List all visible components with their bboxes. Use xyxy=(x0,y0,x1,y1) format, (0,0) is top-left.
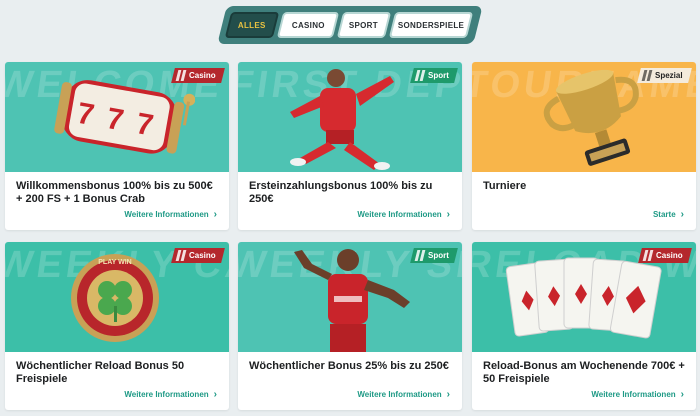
promo-card-first-deposit-sport[interactable]: FIRST DEPOSIT Sport Ersteinzahlungsbonus… xyxy=(238,62,462,230)
category-badge-label: Casino xyxy=(189,71,216,80)
more-info-link[interactable]: Weitere Informationen › xyxy=(124,209,217,220)
promo-card-hero: WEEKLY CASINO PLAY WIN Casino xyxy=(5,242,229,352)
chevron-right-icon: › xyxy=(213,209,217,220)
category-badge: Casino xyxy=(171,68,225,83)
more-info-link[interactable]: Weitere Informationen › xyxy=(357,389,450,400)
chevron-right-icon: › xyxy=(680,389,684,400)
more-info-link-label: Weitere Informationen xyxy=(124,390,209,399)
category-badge-label: Casino xyxy=(189,251,216,260)
chevron-right-icon: › xyxy=(213,389,217,400)
category-badge: Casino xyxy=(171,248,225,263)
promo-card-title: Willkommensbonus 100% bis zu 500€ + 200 … xyxy=(16,180,213,205)
chevron-right-icon: › xyxy=(446,389,450,400)
more-info-link[interactable]: Weitere Informationen › xyxy=(124,389,217,400)
start-link-label: Starte xyxy=(652,210,676,219)
start-link[interactable]: Starte › xyxy=(653,209,684,220)
more-info-link-label: Weitere Informationen xyxy=(357,210,442,219)
tab-sonderspiele-label: SONDERSPIELE xyxy=(397,20,465,30)
tab-alles[interactable]: ALLES xyxy=(224,12,280,38)
more-info-link[interactable]: Weitere Informationen › xyxy=(357,209,450,220)
more-info-link[interactable]: Weitere Informationen › xyxy=(591,389,684,400)
promo-card-hero: RELOAD WEEKEND Casino xyxy=(472,242,696,352)
tab-sport-label: SPORT xyxy=(349,20,379,30)
category-badge-label: Casino xyxy=(656,251,683,260)
promo-card-title: Turniere xyxy=(483,180,527,192)
more-info-link-label: Weitere Informationen xyxy=(357,390,442,399)
athlete-icon xyxy=(294,249,410,352)
category-badge: Sport xyxy=(410,248,458,263)
promo-card-hero: WELCOME CASINO 7 7 7 Casino xyxy=(5,62,229,172)
promo-card-welcome-casino[interactable]: WELCOME CASINO 7 7 7 Casino Willkommensb… xyxy=(5,62,229,230)
promo-card-hero: TOURNAMENT Spezial xyxy=(472,62,696,172)
category-badge-label: Sport xyxy=(428,71,449,80)
category-badge: Casino xyxy=(638,248,692,263)
tab-casino-label: CASINO xyxy=(291,20,325,30)
more-info-link-label: Weitere Informationen xyxy=(591,390,676,399)
more-info-link-label: Weitere Informationen xyxy=(124,210,209,219)
promo-card-tournaments[interactable]: TOURNAMENT Spezial Turniere Starte › xyxy=(472,62,696,230)
promo-card-title: Ersteinzahlungsbonus 100% bis zu 250€ xyxy=(249,180,433,205)
category-badge: Spezial xyxy=(637,68,692,83)
chevron-right-icon: › xyxy=(446,209,450,220)
tab-sport[interactable]: SPORT xyxy=(336,12,392,38)
category-badge: Sport xyxy=(410,68,458,83)
promo-card-title: Reload-Bonus am Wochenende 700€ + 50 Fre… xyxy=(483,360,685,385)
tab-alles-label: ALLES xyxy=(238,20,266,30)
promo-card-weekly-reload-casino[interactable]: WEEKLY CASINO PLAY WIN Casino Wöchentlic… xyxy=(5,242,229,410)
category-badge-label: Spezial xyxy=(655,71,683,80)
playing-cards-icon xyxy=(505,257,662,339)
promo-card-hero: FIRST DEPOSIT Sport xyxy=(238,62,462,172)
tab-sonderspiele[interactable]: SONDERSPIELE xyxy=(388,12,474,38)
tab-casino[interactable]: CASINO xyxy=(276,12,340,38)
chevron-right-icon: › xyxy=(680,209,684,220)
promo-card-hero: WEEKLY SPORT Sport xyxy=(238,242,462,352)
promo-card-weekly-sport[interactable]: WEEKLY SPORT Sport Wöchentlicher Bonus 2… xyxy=(238,242,462,410)
category-tabs: ALLES CASINO SPORT SONDERSPIELE xyxy=(217,6,483,44)
slot-reel-icon: 7 7 7 xyxy=(54,80,195,154)
promo-card-weekend-reload[interactable]: RELOAD WEEKEND Casino Reload-Bonus am Wo… xyxy=(472,242,696,410)
coin-lettering-logo: PLAY WIN xyxy=(98,259,131,266)
promo-card-title: Wöchentlicher Reload Bonus 50 Freispiele xyxy=(16,360,185,385)
svg-text:PLAY WIN: PLAY WIN xyxy=(98,259,131,266)
category-badge-label: Sport xyxy=(428,251,449,260)
promo-card-title: Wöchentlicher Bonus 25% bis zu 250€ xyxy=(249,360,449,372)
soccer-player-icon xyxy=(290,69,394,170)
